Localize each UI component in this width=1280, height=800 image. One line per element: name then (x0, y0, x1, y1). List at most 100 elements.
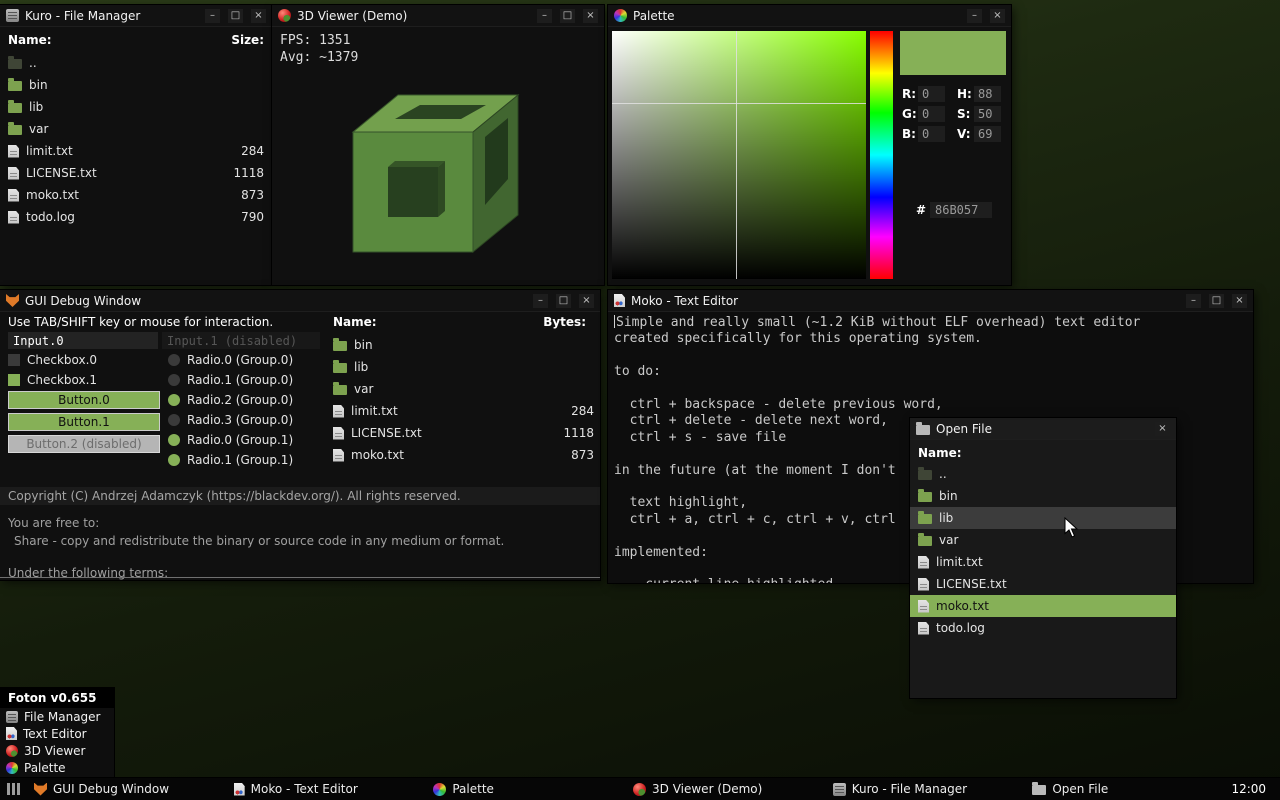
taskbar-item-text-editor[interactable]: Moko - Text Editor (226, 778, 426, 800)
radio-3-group-0[interactable]: Radio.3 (Group.0) (168, 412, 293, 428)
file-icon (333, 404, 344, 418)
file-row-license-txt[interactable]: LICENSE.txt 1118 (325, 422, 600, 444)
button-0[interactable]: Button.0 (8, 391, 160, 409)
titlebar-open-file[interactable]: Open File × (910, 418, 1176, 440)
red-value[interactable]: 0 (918, 86, 945, 102)
file-size: 873 (241, 188, 264, 202)
radio-icon[interactable] (168, 454, 180, 466)
checkbox-1[interactable]: Checkbox.1 (8, 372, 97, 388)
maximize-icon[interactable]: □ (1209, 293, 1224, 308)
green-value[interactable]: 0 (918, 106, 945, 122)
file-size: 790 (241, 210, 264, 224)
radio-icon[interactable] (168, 394, 180, 406)
checkbox-icon[interactable] (8, 374, 20, 386)
file-row-limit-txt[interactable]: limit.txt 284 (325, 400, 600, 422)
file-row-todo-log[interactable]: todo.log (910, 617, 1176, 639)
radio-0-group-0[interactable]: Radio.0 (Group.0) (168, 352, 293, 368)
radio-2-group-0[interactable]: Radio.2 (Group.0) (168, 392, 293, 408)
hue-slider[interactable] (870, 31, 893, 279)
file-row-var[interactable]: var (325, 378, 600, 400)
file-row-up[interactable]: .. (0, 52, 272, 74)
maximize-icon[interactable]: □ (228, 8, 243, 23)
file-name: moko.txt (26, 188, 80, 202)
start-menu-item-text-editor[interactable]: Text Editor (0, 725, 114, 742)
minimize-icon[interactable]: – (967, 8, 982, 23)
titlebar-3d-viewer[interactable]: 3D Viewer (Demo) – □ × (272, 5, 604, 27)
file-row-moko-txt[interactable]: moko.txt 873 (0, 184, 272, 206)
taskbar-item-palette[interactable]: Palette (425, 778, 625, 800)
hex-value[interactable]: 86B057 (930, 202, 992, 218)
titlebar-text-editor[interactable]: Moko - Text Editor – □ × (608, 290, 1253, 312)
radio-1-group-0[interactable]: Radio.1 (Group.0) (168, 372, 293, 388)
radio-icon[interactable] (168, 374, 180, 386)
close-icon[interactable]: × (1155, 421, 1170, 436)
start-button[interactable] (0, 778, 26, 800)
taskbar-item-3d-viewer[interactable]: 3D Viewer (Demo) (625, 778, 825, 800)
button-2-disabled[interactable]: Button.2 (disabled) (8, 435, 160, 453)
titlebar-gui-debug[interactable]: GUI Debug Window – □ × (0, 290, 600, 312)
file-row-todo-log[interactable]: todo.log 790 (0, 206, 272, 228)
maximize-icon[interactable]: □ (556, 293, 571, 308)
file-row-lib[interactable]: lib (910, 507, 1176, 529)
radio-icon[interactable] (168, 354, 180, 366)
taskbar-item-gui-debug[interactable]: GUI Debug Window (26, 778, 226, 800)
minimize-icon[interactable]: – (533, 293, 548, 308)
titlebar-file-manager[interactable]: Kuro - File Manager – □ × (0, 5, 272, 27)
copyright-text: Copyright (C) Andrzej Adamczyk (https://… (0, 487, 600, 505)
file-row-limit-txt[interactable]: limit.txt 284 (0, 140, 272, 162)
close-icon[interactable]: × (579, 293, 594, 308)
column-name: Name: (333, 315, 377, 329)
minimize-icon[interactable]: – (1186, 293, 1201, 308)
start-menu-item-3d-viewer[interactable]: 3D Viewer (0, 742, 114, 759)
file-name: bin (29, 78, 48, 92)
close-icon[interactable]: × (990, 8, 1005, 23)
window-title: GUI Debug Window (25, 293, 142, 308)
start-menu-item-palette[interactable]: Palette (0, 759, 114, 776)
file-row-bin[interactable]: bin (910, 485, 1176, 507)
cube-render (351, 93, 520, 254)
input-0[interactable] (8, 332, 158, 349)
minimize-icon[interactable]: – (205, 8, 220, 23)
value-value[interactable]: 69 (974, 126, 1001, 142)
button-1[interactable]: Button.1 (8, 413, 160, 431)
hue-value[interactable]: 88 (974, 86, 1001, 102)
close-icon[interactable]: × (251, 8, 266, 23)
file-row-limit-txt[interactable]: limit.txt (910, 551, 1176, 573)
saturation-value-picker[interactable] (612, 31, 866, 279)
checkbox-icon[interactable] (8, 354, 20, 366)
file-row-var[interactable]: var (0, 118, 272, 140)
file-icon (8, 188, 19, 202)
file-row-var[interactable]: var (910, 529, 1176, 551)
titlebar-palette[interactable]: Palette – × (608, 5, 1011, 27)
radio-0-group-1[interactable]: Radio.0 (Group.1) (168, 432, 293, 448)
file-row-lib[interactable]: lib (0, 96, 272, 118)
file-row-bin[interactable]: bin (325, 334, 600, 356)
file-row-bin[interactable]: bin (0, 74, 272, 96)
checkbox-0[interactable]: Checkbox.0 (8, 352, 97, 368)
file-row-lib[interactable]: lib (325, 356, 600, 378)
radio-icon[interactable] (168, 414, 180, 426)
radio-icon[interactable] (168, 434, 180, 446)
input-1-disabled[interactable] (162, 332, 320, 349)
blue-value[interactable]: 0 (918, 126, 945, 142)
file-bytes: 873 (571, 448, 594, 462)
file-row-license-txt[interactable]: LICENSE.txt (910, 573, 1176, 595)
file-row-license-txt[interactable]: LICENSE.txt 1118 (0, 162, 272, 184)
maximize-icon[interactable]: □ (560, 8, 575, 23)
radio-1-group-1[interactable]: Radio.1 (Group.1) (168, 452, 293, 468)
file-row-up[interactable]: .. (910, 463, 1176, 485)
column-name: Name: (8, 33, 52, 47)
saturation-value[interactable]: 50 (974, 106, 1001, 122)
3d-viewport[interactable] (328, 67, 548, 270)
minimize-icon[interactable]: – (537, 8, 552, 23)
taskbar-item-open-file[interactable]: Open File (1024, 778, 1224, 800)
start-menu-item-file-manager[interactable]: File Manager (0, 708, 114, 725)
file-row-moko-txt[interactable]: moko.txt 873 (325, 444, 600, 466)
close-icon[interactable]: × (583, 8, 598, 23)
green-label: G: (902, 107, 917, 121)
close-icon[interactable]: × (1232, 293, 1247, 308)
file-row-moko-txt[interactable]: moko.txt (910, 595, 1176, 617)
menu-bar-icon (6, 783, 10, 795)
taskbar-item-file-manager[interactable]: Kuro - File Manager (825, 778, 1025, 800)
file-list: .. bin lib var limit.txt LICENSE.txt mok… (910, 463, 1176, 639)
